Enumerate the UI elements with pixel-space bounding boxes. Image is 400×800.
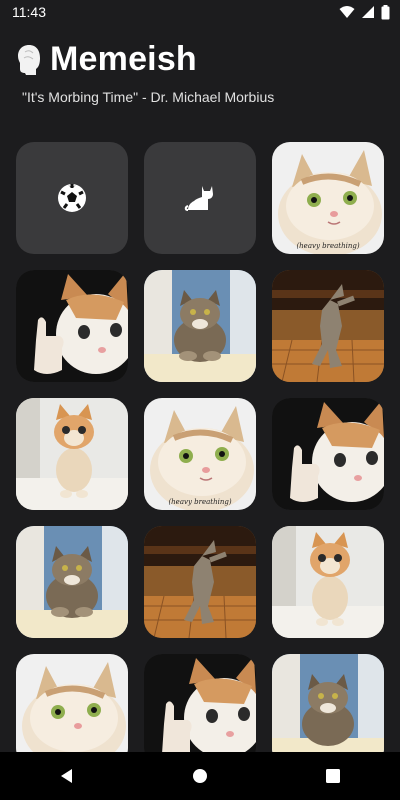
thumbs-up-crying-cat-image bbox=[144, 654, 256, 752]
navigation-bar bbox=[0, 752, 400, 800]
back-triangle-icon bbox=[60, 769, 72, 783]
home-button[interactable] bbox=[180, 756, 220, 796]
dancing-cat-image bbox=[272, 270, 384, 382]
cats-category-button[interactable] bbox=[144, 142, 256, 254]
sitting-tabby-cat-image bbox=[16, 526, 128, 638]
app-title: Memeish bbox=[50, 40, 197, 78]
thumbs-up-crying-cat-image bbox=[16, 270, 128, 382]
meme-tile-sitting-tabby-cat[interactable] bbox=[144, 270, 256, 382]
meme-tile-dancing-cat[interactable] bbox=[272, 270, 384, 382]
meme-tile-thumbs-up-crying-cat[interactable] bbox=[144, 654, 256, 752]
battery-icon bbox=[381, 4, 390, 19]
quote-subtitle: "It's Morbing Time" - Dr. Michael Morbiu… bbox=[22, 89, 275, 105]
meme-tile-thumbs-up-crying-cat[interactable] bbox=[272, 398, 384, 510]
signal-icon bbox=[362, 6, 374, 18]
meme-caption: (heavy breathing) bbox=[168, 498, 232, 506]
sitting-tabby-cat-image bbox=[272, 654, 384, 752]
standing-kitten-image bbox=[16, 398, 128, 510]
back-button[interactable] bbox=[47, 756, 87, 796]
title-row: Memeish bbox=[16, 40, 384, 79]
meme-tile-thumbs-up-crying-cat[interactable] bbox=[16, 270, 128, 382]
soccer-ball-icon bbox=[58, 184, 86, 212]
meme-tile-sitting-tabby-cat[interactable] bbox=[16, 526, 128, 638]
head-profile-icon bbox=[18, 44, 40, 75]
heavy-breathing-cat-image bbox=[272, 142, 384, 254]
header: Memeish "It's Morbing Time" - Dr. Michae… bbox=[16, 40, 384, 105]
status-bar: 11:43 bbox=[0, 0, 400, 24]
heavy-breathing-cat-image bbox=[144, 398, 256, 510]
home-circle-icon bbox=[192, 769, 207, 783]
sitting-tabby-cat-image bbox=[144, 270, 256, 382]
heavy-breathing-cat-image bbox=[16, 654, 128, 752]
meme-tile-standing-kitten[interactable] bbox=[16, 398, 128, 510]
meme-caption: (heavy breathing) bbox=[296, 242, 360, 250]
meme-tile-dancing-cat[interactable] bbox=[144, 526, 256, 638]
status-time: 11:43 bbox=[12, 4, 46, 20]
meme-tile-heavy-breathing-cat[interactable] bbox=[16, 654, 128, 752]
sports-category-button[interactable] bbox=[16, 142, 128, 254]
standing-kitten-image bbox=[272, 526, 384, 638]
thumbs-up-crying-cat-image bbox=[272, 398, 384, 510]
meme-tile-sitting-tabby-cat[interactable] bbox=[272, 654, 384, 752]
wifi-icon bbox=[339, 6, 355, 18]
meme-grid-scroll[interactable]: (heavy breathing) (heavy breathing) bbox=[0, 142, 400, 752]
recents-square-icon bbox=[326, 769, 341, 783]
status-icons bbox=[339, 4, 390, 20]
dancing-cat-image bbox=[144, 526, 256, 638]
meme-tile-heavy-breathing-cat[interactable]: (heavy breathing) bbox=[144, 398, 256, 510]
meme-grid: (heavy breathing) (heavy breathing) bbox=[16, 142, 384, 752]
cat-icon bbox=[184, 186, 213, 211]
recents-button[interactable] bbox=[313, 756, 353, 796]
meme-tile-standing-kitten[interactable] bbox=[272, 526, 384, 638]
meme-tile-heavy-breathing-cat[interactable]: (heavy breathing) bbox=[272, 142, 384, 254]
